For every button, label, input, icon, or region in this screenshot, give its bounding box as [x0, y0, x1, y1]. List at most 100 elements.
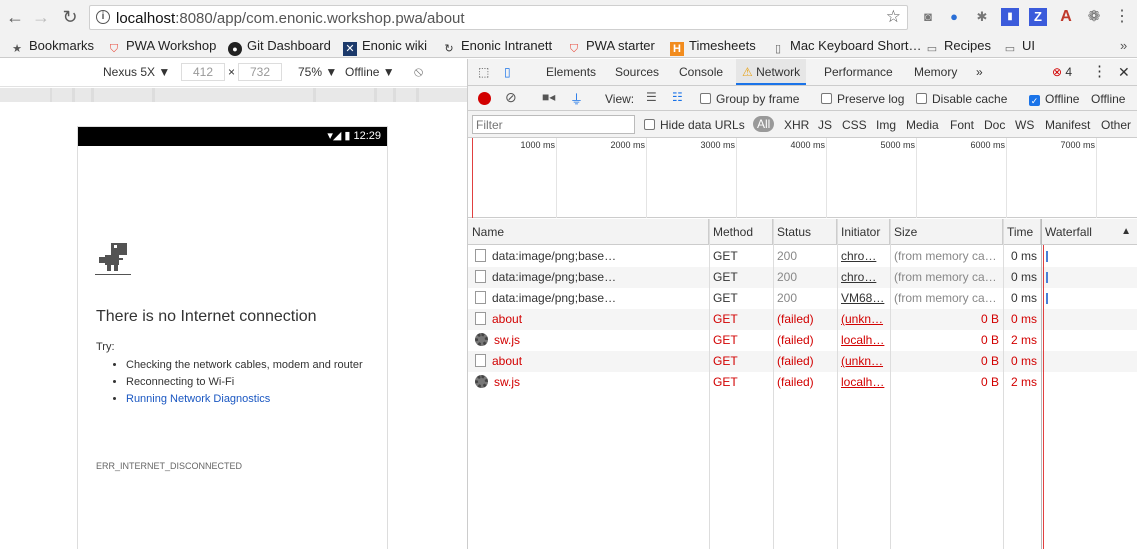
preserve-log-checkbox[interactable]: Preserve log: [821, 92, 904, 106]
error-count-badge[interactable]: ⊗ 4: [1052, 59, 1072, 85]
tab-memory[interactable]: Memory: [914, 59, 957, 85]
film-icon[interactable]: ❁: [1085, 8, 1103, 26]
devtools-menu-icon[interactable]: ⋮: [1092, 59, 1107, 85]
filter-type-manifest[interactable]: Manifest: [1045, 118, 1090, 132]
extension-icon[interactable]: ▮: [1001, 8, 1019, 26]
globe-icon[interactable]: ●: [945, 8, 963, 26]
column-size[interactable]: Size: [890, 219, 1003, 245]
bookmark-pwa-workshop[interactable]: ⛉ PWA Workshop: [107, 37, 216, 55]
filter-type-css[interactable]: CSS: [842, 118, 867, 132]
bookmark-enonic-intranett[interactable]: ↻ Enonic Intranett: [442, 37, 552, 55]
warning-icon: ⚠: [742, 65, 753, 79]
z-extension-icon[interactable]: Z: [1029, 8, 1047, 26]
bookmark-ui[interactable]: ▭ UI: [1003, 37, 1035, 55]
record-icon[interactable]: [478, 92, 491, 105]
bookmark-git-dashboard[interactable]: ● Git Dashboard: [228, 37, 331, 56]
filter-input[interactable]: [472, 115, 635, 134]
column-time[interactable]: Time: [1003, 219, 1041, 245]
cell-initiator[interactable]: (unkn…: [837, 351, 890, 372]
filter-icon[interactable]: ⏚: [570, 89, 583, 108]
tab-console[interactable]: Console: [679, 59, 723, 85]
tab-performance[interactable]: Performance: [824, 59, 893, 85]
filter-type-ws[interactable]: WS: [1015, 118, 1034, 132]
cell-initiator[interactable]: chro…: [837, 267, 890, 288]
suggestion-item: Reconnecting to Wi-Fi: [126, 374, 366, 391]
bug-icon[interactable]: ✱: [973, 8, 991, 26]
table-row[interactable]: sw.js GET (failed) localh… 0 B 2 ms: [468, 372, 1137, 393]
cell-time: 0 ms: [1010, 270, 1037, 284]
waterfall-view-icon[interactable]: ☷: [672, 90, 683, 104]
offline-checkbox[interactable]: ✓ Offline: [1029, 92, 1079, 106]
disable-cache-checkbox[interactable]: Disable cache: [916, 92, 1007, 106]
forward-icon[interactable]: →: [30, 6, 52, 28]
column-name[interactable]: Name: [468, 219, 709, 245]
close-devtools-icon[interactable]: ✕: [1118, 59, 1130, 85]
table-row[interactable]: data:image/png;base… GET 200 chro… (from mem…: [468, 246, 1137, 267]
column-method[interactable]: Method: [709, 219, 773, 245]
bookmark-pwa-starter[interactable]: ⛉ PWA starter: [567, 37, 655, 55]
cell-method: GET: [713, 249, 738, 263]
column-initiator[interactable]: Initiator: [837, 219, 890, 245]
cell-initiator[interactable]: (unkn…: [837, 309, 890, 330]
inspect-icon[interactable]: ⬚: [478, 59, 489, 85]
table-row[interactable]: about GET (failed) (unkn… 0 B 0 ms: [468, 309, 1137, 330]
media-query-ruler[interactable]: [0, 88, 467, 102]
device-width-input[interactable]: 412: [181, 63, 225, 81]
filter-type-other[interactable]: Other: [1101, 118, 1131, 132]
group-by-frame-checkbox[interactable]: Group by frame: [700, 92, 799, 106]
a-extension-icon[interactable]: A: [1057, 8, 1075, 26]
bookmark-enonic-wiki[interactable]: ✕ Enonic wiki: [343, 37, 427, 56]
camera-icon[interactable]: ◙: [919, 8, 937, 26]
tab-elements[interactable]: Elements: [546, 59, 596, 85]
throttle-dropdown[interactable]: Offline: [1091, 92, 1125, 106]
cell-initiator[interactable]: localh…: [837, 372, 890, 393]
filter-type-font[interactable]: Font: [950, 118, 974, 132]
cell-initiator[interactable]: chro…: [837, 246, 890, 267]
tab-more[interactable]: »: [976, 59, 983, 85]
bookmark-star-icon[interactable]: ☆: [886, 7, 901, 27]
table-row[interactable]: about GET (failed) (unkn… 0 B 0 ms: [468, 351, 1137, 372]
rotate-icon[interactable]: ⦸: [414, 63, 423, 80]
filter-type-xhr[interactable]: XHR: [784, 118, 809, 132]
clear-icon[interactable]: ⊘: [505, 89, 517, 106]
back-icon[interactable]: ←: [4, 6, 26, 28]
network-timeline-overview[interactable]: 1000 ms 2000 ms 3000 ms 4000 ms 5000 ms …: [468, 138, 1137, 218]
filter-type-media[interactable]: Media: [906, 118, 939, 132]
bookmark-mac-keyboard[interactable]: ▯ Mac Keyboard Short…: [771, 37, 922, 55]
more-bookmarks-icon[interactable]: »: [1120, 37, 1127, 55]
table-row[interactable]: sw.js GET (failed) localh… 0 B 2 ms: [468, 330, 1137, 351]
bookmark-bookmarks[interactable]: ★ Bookmarks: [10, 37, 94, 55]
throttle-select[interactable]: Offline ▼: [345, 65, 395, 79]
cell-method: GET: [713, 291, 738, 305]
network-diagnostics-link[interactable]: Running Network Diagnostics: [126, 393, 270, 405]
reload-icon[interactable]: ↻: [59, 6, 81, 28]
device-select[interactable]: Nexus 5X ▼: [103, 65, 170, 79]
zoom-select[interactable]: 75% ▼: [298, 65, 337, 79]
filter-type-doc[interactable]: Doc: [984, 118, 1005, 132]
hide-data-urls-checkbox[interactable]: Hide data URLs: [644, 118, 745, 132]
info-icon[interactable]: i: [96, 10, 110, 24]
list-view-icon[interactable]: ☰: [646, 90, 657, 104]
folder-icon: ▭: [926, 43, 938, 55]
device-height-input[interactable]: 732: [238, 63, 282, 81]
column-status[interactable]: Status: [773, 219, 837, 245]
cell-initiator[interactable]: VM68…: [837, 288, 890, 309]
tab-network[interactable]: ⚠ Network: [736, 59, 807, 85]
address-bar[interactable]: i localhost:8080/app/com.enonic.workshop…: [89, 5, 908, 30]
cell-time: 0 ms: [1010, 291, 1037, 305]
filter-type-all[interactable]: All: [753, 116, 775, 132]
column-waterfall[interactable]: Waterfall ▲: [1041, 219, 1137, 245]
cell-initiator[interactable]: localh…: [837, 330, 890, 351]
bookmark-timesheets[interactable]: H Timesheets: [670, 37, 756, 56]
filter-type-img[interactable]: Img: [876, 118, 896, 132]
timeline-tick: 6000 ms: [970, 140, 1005, 150]
tab-sources[interactable]: Sources: [615, 59, 659, 85]
bookmark-recipes[interactable]: ▭ Recipes: [925, 37, 991, 55]
menu-icon[interactable]: ⋮: [1113, 8, 1131, 26]
device-toggle-icon[interactable]: ▯: [504, 59, 511, 85]
table-row[interactable]: data:image/png;base… GET 200 chro… (from mem…: [468, 267, 1137, 288]
table-row[interactable]: data:image/png;base… GET 200 VM68… (from mem…: [468, 288, 1137, 309]
capture-screenshots-icon[interactable]: ■◂: [542, 90, 555, 104]
device-viewport: ▾◢ ▮ 12:29 There is no Internet connecti…: [0, 102, 467, 549]
filter-type-js[interactable]: JS: [818, 118, 832, 132]
